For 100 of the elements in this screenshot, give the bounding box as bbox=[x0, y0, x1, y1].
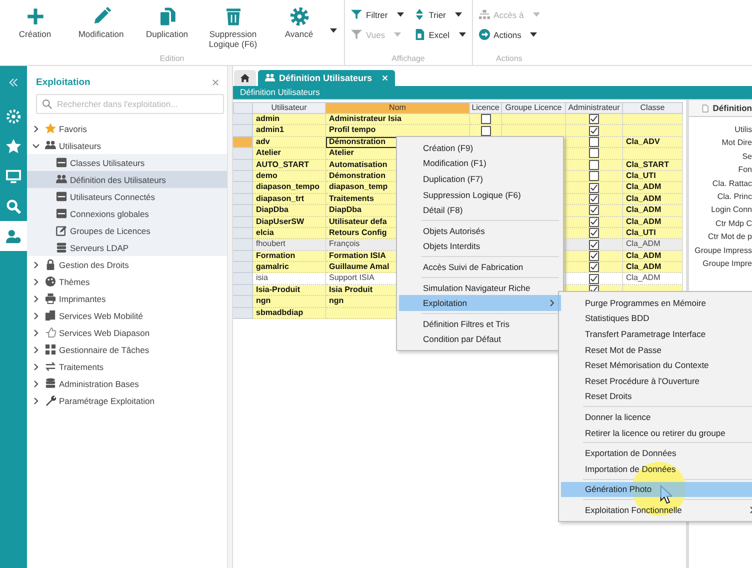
field-label: Se bbox=[742, 152, 752, 161]
checkbox[interactable] bbox=[480, 114, 490, 124]
table-cell: Cla_ADM bbox=[623, 262, 683, 274]
toolbar-button[interactable]: Avancé bbox=[270, 2, 338, 49]
printer-icon bbox=[45, 293, 56, 304]
tree-item[interactable]: Groupes de Licences bbox=[27, 222, 227, 239]
table-cell: DiapUserSW bbox=[253, 216, 326, 228]
search-icon bbox=[6, 198, 21, 214]
toolbar-button[interactable]: Duplication bbox=[138, 2, 196, 49]
table-cell: ngn bbox=[253, 296, 326, 308]
checkbox[interactable] bbox=[589, 194, 599, 204]
table-cell: demo bbox=[253, 170, 326, 182]
menu-item[interactable]: Statistiques BDD bbox=[561, 310, 752, 326]
table-cell: Formation bbox=[253, 250, 326, 262]
checkbox[interactable] bbox=[589, 114, 599, 124]
menu-item[interactable]: Reset Procédure à l'Ouverture bbox=[561, 372, 752, 389]
menu-item[interactable]: Reset Mémorisation du Contexte bbox=[561, 357, 752, 373]
tree-item[interactable]: Imprimantes bbox=[27, 290, 227, 307]
checkbox[interactable] bbox=[589, 274, 599, 284]
tree-item[interactable]: Services Web Mobilité bbox=[27, 307, 227, 324]
checkbox[interactable] bbox=[589, 205, 599, 216]
checkbox[interactable] bbox=[589, 216, 599, 227]
checkbox[interactable] bbox=[589, 228, 599, 238]
table-cell: isia bbox=[253, 273, 326, 285]
column-header[interactable]: Utilisateur bbox=[253, 102, 326, 114]
tree-item[interactable]: Gestionnaire de Tâches bbox=[27, 341, 227, 358]
table-cell: diapason_tempo bbox=[253, 182, 326, 194]
toolbar-button[interactable]: Excel bbox=[414, 29, 466, 40]
table-cell: adv bbox=[253, 136, 326, 148]
field-label: Cla. Rattac bbox=[712, 178, 752, 188]
tree-item[interactable]: Thèmes bbox=[27, 273, 227, 290]
home-icon bbox=[240, 73, 250, 83]
caret-icon bbox=[396, 12, 404, 17]
field-label: Fon bbox=[738, 165, 752, 174]
window-icon bbox=[56, 208, 67, 219]
tree-item[interactable]: Favoris bbox=[27, 120, 227, 137]
tree-item[interactable]: Administration Bases bbox=[27, 375, 227, 392]
column-header[interactable]: Nom bbox=[326, 102, 470, 114]
checkbox[interactable] bbox=[480, 126, 490, 136]
checkbox[interactable] bbox=[589, 240, 599, 250]
table-cell: admin1 bbox=[253, 125, 326, 137]
tree-item[interactable]: Définition des Utilisateurs bbox=[27, 171, 227, 188]
detail-tab[interactable]: Définition bbox=[689, 100, 752, 117]
tree-item[interactable]: Classes Utilisateurs bbox=[27, 154, 227, 171]
checkbox[interactable] bbox=[589, 148, 599, 158]
window-icon bbox=[56, 191, 67, 202]
tab[interactable]: Définition Utilisateurs bbox=[258, 70, 396, 86]
tree-item[interactable]: Serveurs LDAP bbox=[27, 239, 227, 256]
column-header[interactable]: Groupe Licence bbox=[502, 102, 566, 114]
column-header[interactable]: Administrateur bbox=[566, 102, 623, 114]
menu-item[interactable]: Définition Filtres et Tris bbox=[399, 316, 561, 332]
checkbox[interactable] bbox=[589, 250, 599, 261]
checkbox[interactable] bbox=[589, 262, 599, 272]
checkbox[interactable] bbox=[589, 126, 599, 136]
tree-item[interactable]: Traitements bbox=[27, 358, 227, 375]
menu-item[interactable]: Reset Mot de Passe bbox=[561, 342, 752, 358]
toolbar-button[interactable]: Création bbox=[6, 2, 64, 49]
menu-item[interactable]: Exportation de Données bbox=[561, 445, 752, 461]
toolbar-button[interactable]: Suppression Logique (F6) bbox=[204, 2, 262, 49]
toolbar-button[interactable]: Filtrer bbox=[351, 9, 404, 20]
gear-icon bbox=[6, 108, 21, 124]
checkbox[interactable] bbox=[589, 171, 599, 182]
wrench-icon bbox=[45, 395, 56, 406]
menu-item[interactable]: Donner la licence bbox=[561, 409, 752, 425]
tree-item[interactable]: Connexions globales bbox=[27, 205, 227, 222]
tree-item[interactable]: Utilisateurs Connectés bbox=[27, 188, 227, 205]
menu-item[interactable]: Retirer la licence ou retirer du groupe bbox=[561, 424, 752, 440]
checkbox[interactable] bbox=[589, 136, 599, 147]
menu-item[interactable]: Exploitation bbox=[399, 295, 561, 311]
toolbar-button[interactable]: Trier bbox=[414, 9, 466, 20]
tree-item[interactable]: Paramétrage Exploitation bbox=[27, 392, 227, 409]
table-cell: Profil tempo bbox=[326, 125, 470, 137]
collapse-icon[interactable] bbox=[9, 78, 18, 87]
tab[interactable] bbox=[234, 70, 256, 86]
tree-item[interactable]: Utilisateurs bbox=[27, 137, 227, 154]
menu-item[interactable]: Reset Droits bbox=[561, 388, 752, 404]
checkbox[interactable] bbox=[589, 160, 599, 170]
table-cell: Cla_ADM bbox=[623, 250, 683, 262]
table-cell: diapason_trt bbox=[253, 194, 326, 206]
close-icon[interactable] bbox=[212, 79, 219, 86]
panel-title: Définition Utilisateurs bbox=[233, 86, 752, 99]
field-label: Groupe Impress bbox=[694, 246, 752, 255]
phone-icon bbox=[45, 310, 56, 321]
menu-item[interactable]: Génération Photo bbox=[561, 482, 752, 498]
table-cell: Cla_ADM bbox=[623, 273, 683, 285]
search-field[interactable]: Rechercher dans l'exploitation... bbox=[36, 94, 224, 114]
column-header[interactable]: Licence bbox=[470, 102, 502, 114]
tree-item[interactable]: Services Web Diapason bbox=[27, 324, 227, 341]
checkbox[interactable] bbox=[589, 182, 599, 193]
toolbar-button[interactable]: Modification bbox=[72, 2, 130, 49]
menu-item[interactable]: Purge Programmes en Mémoire bbox=[561, 295, 752, 311]
menu-item[interactable]: Transfert Parametrage Interface bbox=[561, 326, 752, 342]
menu-item[interactable]: Condition par Défaut bbox=[399, 332, 561, 348]
toolbar-button[interactable]: Actions bbox=[478, 29, 540, 40]
search-icon bbox=[42, 99, 52, 109]
group-label: Actions bbox=[496, 54, 522, 63]
menu-item[interactable]: Importation de Données bbox=[561, 460, 752, 477]
column-header[interactable]: Classe bbox=[623, 102, 683, 114]
tree-item[interactable]: Gestion des Droits bbox=[27, 256, 227, 273]
document-icon bbox=[701, 104, 710, 112]
